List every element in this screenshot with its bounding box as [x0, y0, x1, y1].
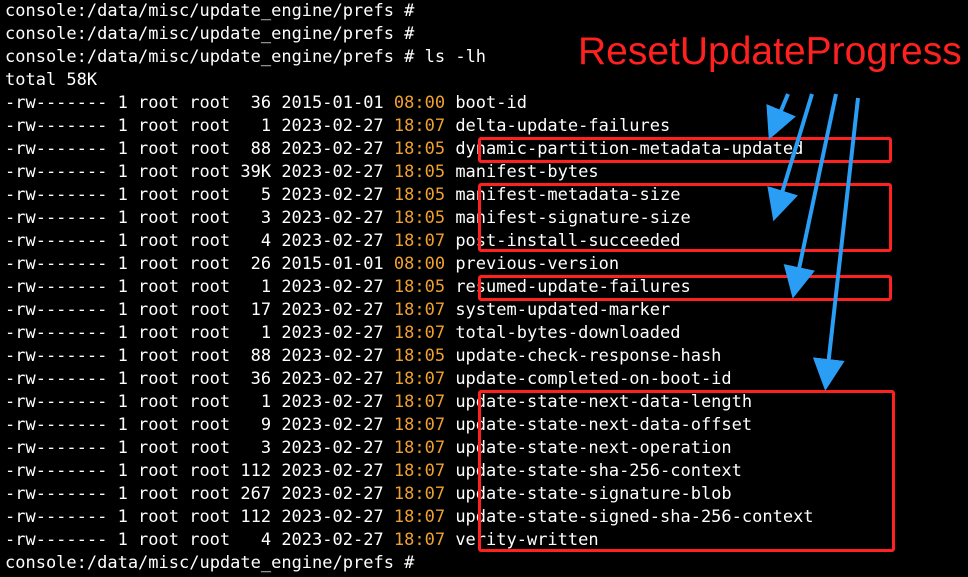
- arrow-4: [812, 97, 860, 391]
- annotation-arrows: [766, 93, 860, 391]
- arrow-1: [766, 93, 796, 140]
